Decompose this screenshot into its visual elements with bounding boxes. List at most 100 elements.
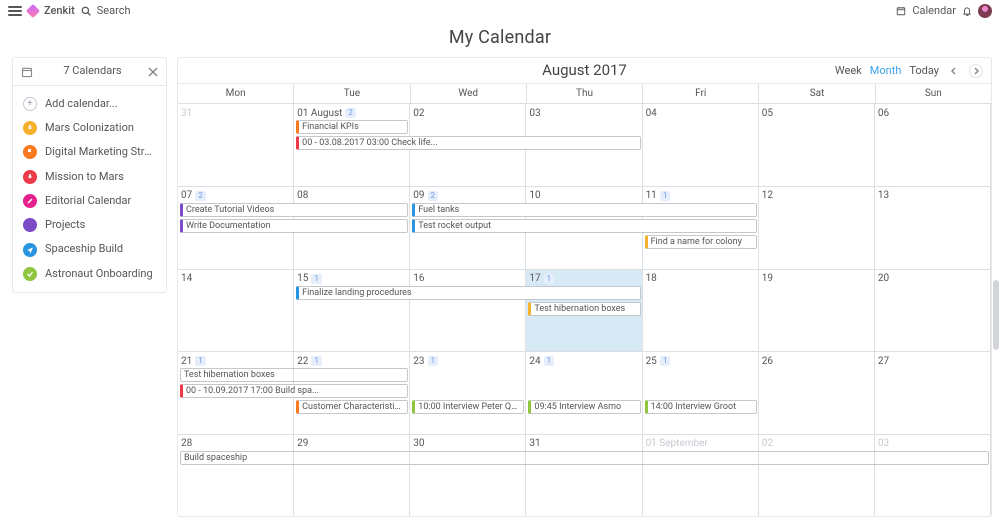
calendar-event[interactable]: Financial KPIs <box>296 120 408 134</box>
calendar-event[interactable]: Customer Characteristic K... <box>296 400 408 414</box>
calendar-day[interactable]: 251 <box>643 352 759 434</box>
scrollbar[interactable] <box>993 280 999 350</box>
day-number: 28 <box>181 437 290 451</box>
sidebar-item-label: Editorial Calendar <box>45 194 131 208</box>
day-number: 02 <box>413 106 522 120</box>
day-number: 16 <box>413 272 522 286</box>
view-week[interactable]: Week <box>835 64 862 78</box>
calendar-day[interactable]: 18 <box>643 270 759 352</box>
day-number: 151 <box>297 272 406 286</box>
calendar-day[interactable]: 12 <box>759 187 875 269</box>
calendar-event[interactable]: 09:45 Interview Asmo <box>528 400 640 414</box>
sidebar-item-label: Mission to Mars <box>45 170 124 184</box>
calendar-day[interactable]: 13 <box>875 187 991 269</box>
rocket-icon <box>23 170 37 184</box>
plane-icon <box>23 243 37 257</box>
top-right-view-label[interactable]: Calendar <box>912 4 956 18</box>
sidebar-item[interactable]: Astronaut Onboarding <box>13 262 166 286</box>
sidebar-item[interactable]: Mission to Mars <box>13 165 166 189</box>
sidebar-item[interactable]: Spaceship Build <box>13 237 166 261</box>
calendar-event[interactable]: 14:00 Interview Groot <box>645 400 757 414</box>
view-today[interactable]: Today <box>909 64 939 78</box>
calendar-day[interactable]: 241 <box>526 352 642 434</box>
calendar-day[interactable]: 14 <box>178 270 294 352</box>
add-calendar-button[interactable]: + Add calendar... <box>13 92 166 116</box>
sidebar-item-label: Mars Colonization <box>45 121 134 135</box>
calendar-event[interactable]: Build spaceship <box>180 451 989 465</box>
day-number: 111 <box>646 189 755 203</box>
sidebar-heading: 7 Calendars <box>37 64 148 78</box>
page-title: My Calendar <box>0 22 1000 57</box>
event-count-badge: 1 <box>660 356 671 366</box>
day-number: 31 <box>529 437 638 451</box>
calendar-day[interactable]: 04 <box>643 104 759 186</box>
sidebar-item-label: Add calendar... <box>45 97 118 111</box>
day-number: 231 <box>413 354 522 368</box>
prev-arrow[interactable] <box>947 64 961 78</box>
day-number: 221 <box>297 354 406 368</box>
calendar-event[interactable]: Find a name for colony <box>645 235 757 249</box>
pen-icon <box>23 194 37 208</box>
calendar-day[interactable]: 31 <box>526 435 642 517</box>
calendar-day[interactable]: 06 <box>875 104 991 186</box>
day-number: 30 <box>413 437 522 451</box>
calendar-day[interactable]: 26 <box>759 352 875 434</box>
calendar-day[interactable]: 19 <box>759 270 875 352</box>
day-number: 10 <box>529 189 638 203</box>
calendar-event[interactable]: Write Documentation <box>180 219 408 233</box>
check-icon <box>23 267 37 281</box>
calendar-event[interactable]: Test hibernation boxes <box>528 302 640 316</box>
sidebar-item[interactable]: Projects <box>13 213 166 237</box>
bell-icon[interactable] <box>962 6 972 16</box>
calendar-day[interactable]: 29 <box>294 435 410 517</box>
calendar-event[interactable]: 00 - 10.09.2017 17:00 Build spa... <box>180 384 408 398</box>
calendar-day[interactable]: 30 <box>410 435 526 517</box>
sidebar-item-label: Astronaut Onboarding <box>45 267 153 281</box>
calendar-event[interactable]: 00 - 03.08.2017 03:00 Check life... <box>296 136 640 150</box>
day-number: 092 <box>413 189 522 203</box>
calendar-day[interactable]: 02 <box>759 435 875 517</box>
calendar-day[interactable]: 31 <box>178 104 294 186</box>
calendar-day[interactable]: 151 <box>294 270 410 352</box>
calendar-icon[interactable] <box>896 6 906 16</box>
calendar-day[interactable]: 05 <box>759 104 875 186</box>
event-count-badge: 1 <box>195 356 206 366</box>
day-number: 12 <box>762 189 871 203</box>
search-label[interactable]: Search <box>97 4 131 18</box>
calendar-day[interactable]: 27 <box>875 352 991 434</box>
menu-icon[interactable] <box>8 6 22 16</box>
calendar-event[interactable]: Test hibernation boxes <box>180 368 408 382</box>
event-count-badge: 1 <box>311 356 322 366</box>
search-icon[interactable] <box>81 6 91 16</box>
sidebar-item[interactable]: Digital Marketing Strategy <box>13 140 166 164</box>
sidebar-item[interactable]: Mars Colonization <box>13 116 166 140</box>
calendar-day[interactable]: 20 <box>875 270 991 352</box>
sidebar-item-label: Digital Marketing Strategy <box>45 145 156 159</box>
rocket-icon <box>23 121 37 135</box>
calendar-event[interactable]: 10:00 Interview Peter Quill <box>412 400 524 414</box>
close-icon[interactable] <box>148 67 158 77</box>
wand-icon <box>23 218 37 232</box>
view-switch: Week Month Today <box>835 64 983 78</box>
event-count-badge: 1 <box>660 191 671 201</box>
sidebar-item[interactable]: Editorial Calendar <box>13 189 166 213</box>
calendar-day[interactable]: 03 <box>875 435 991 517</box>
weekday-header: Sun <box>876 84 991 103</box>
next-arrow[interactable] <box>969 64 983 78</box>
calendar-event[interactable]: Finalize landing procedures <box>296 286 640 300</box>
calendar-event[interactable]: Create Tutorial Videos <box>180 203 408 217</box>
sidebar-item-label: Spaceship Build <box>45 242 123 256</box>
calendar-day[interactable]: 16 <box>410 270 526 352</box>
calendar-event[interactable]: Test rocket output <box>412 219 756 233</box>
day-number: 072 <box>181 189 290 203</box>
calendar-event[interactable]: Fuel tanks <box>412 203 756 217</box>
calendar-day[interactable]: 231 <box>410 352 526 434</box>
app-logo <box>26 4 40 18</box>
calendar-day[interactable]: 01 September <box>643 435 759 517</box>
day-number: 13 <box>878 189 987 203</box>
view-month[interactable]: Month <box>870 64 902 78</box>
avatar[interactable] <box>978 4 992 18</box>
calendar-icon <box>21 66 33 78</box>
calendar-day[interactable]: 28 <box>178 435 294 517</box>
weekday-header: Tue <box>294 84 410 103</box>
